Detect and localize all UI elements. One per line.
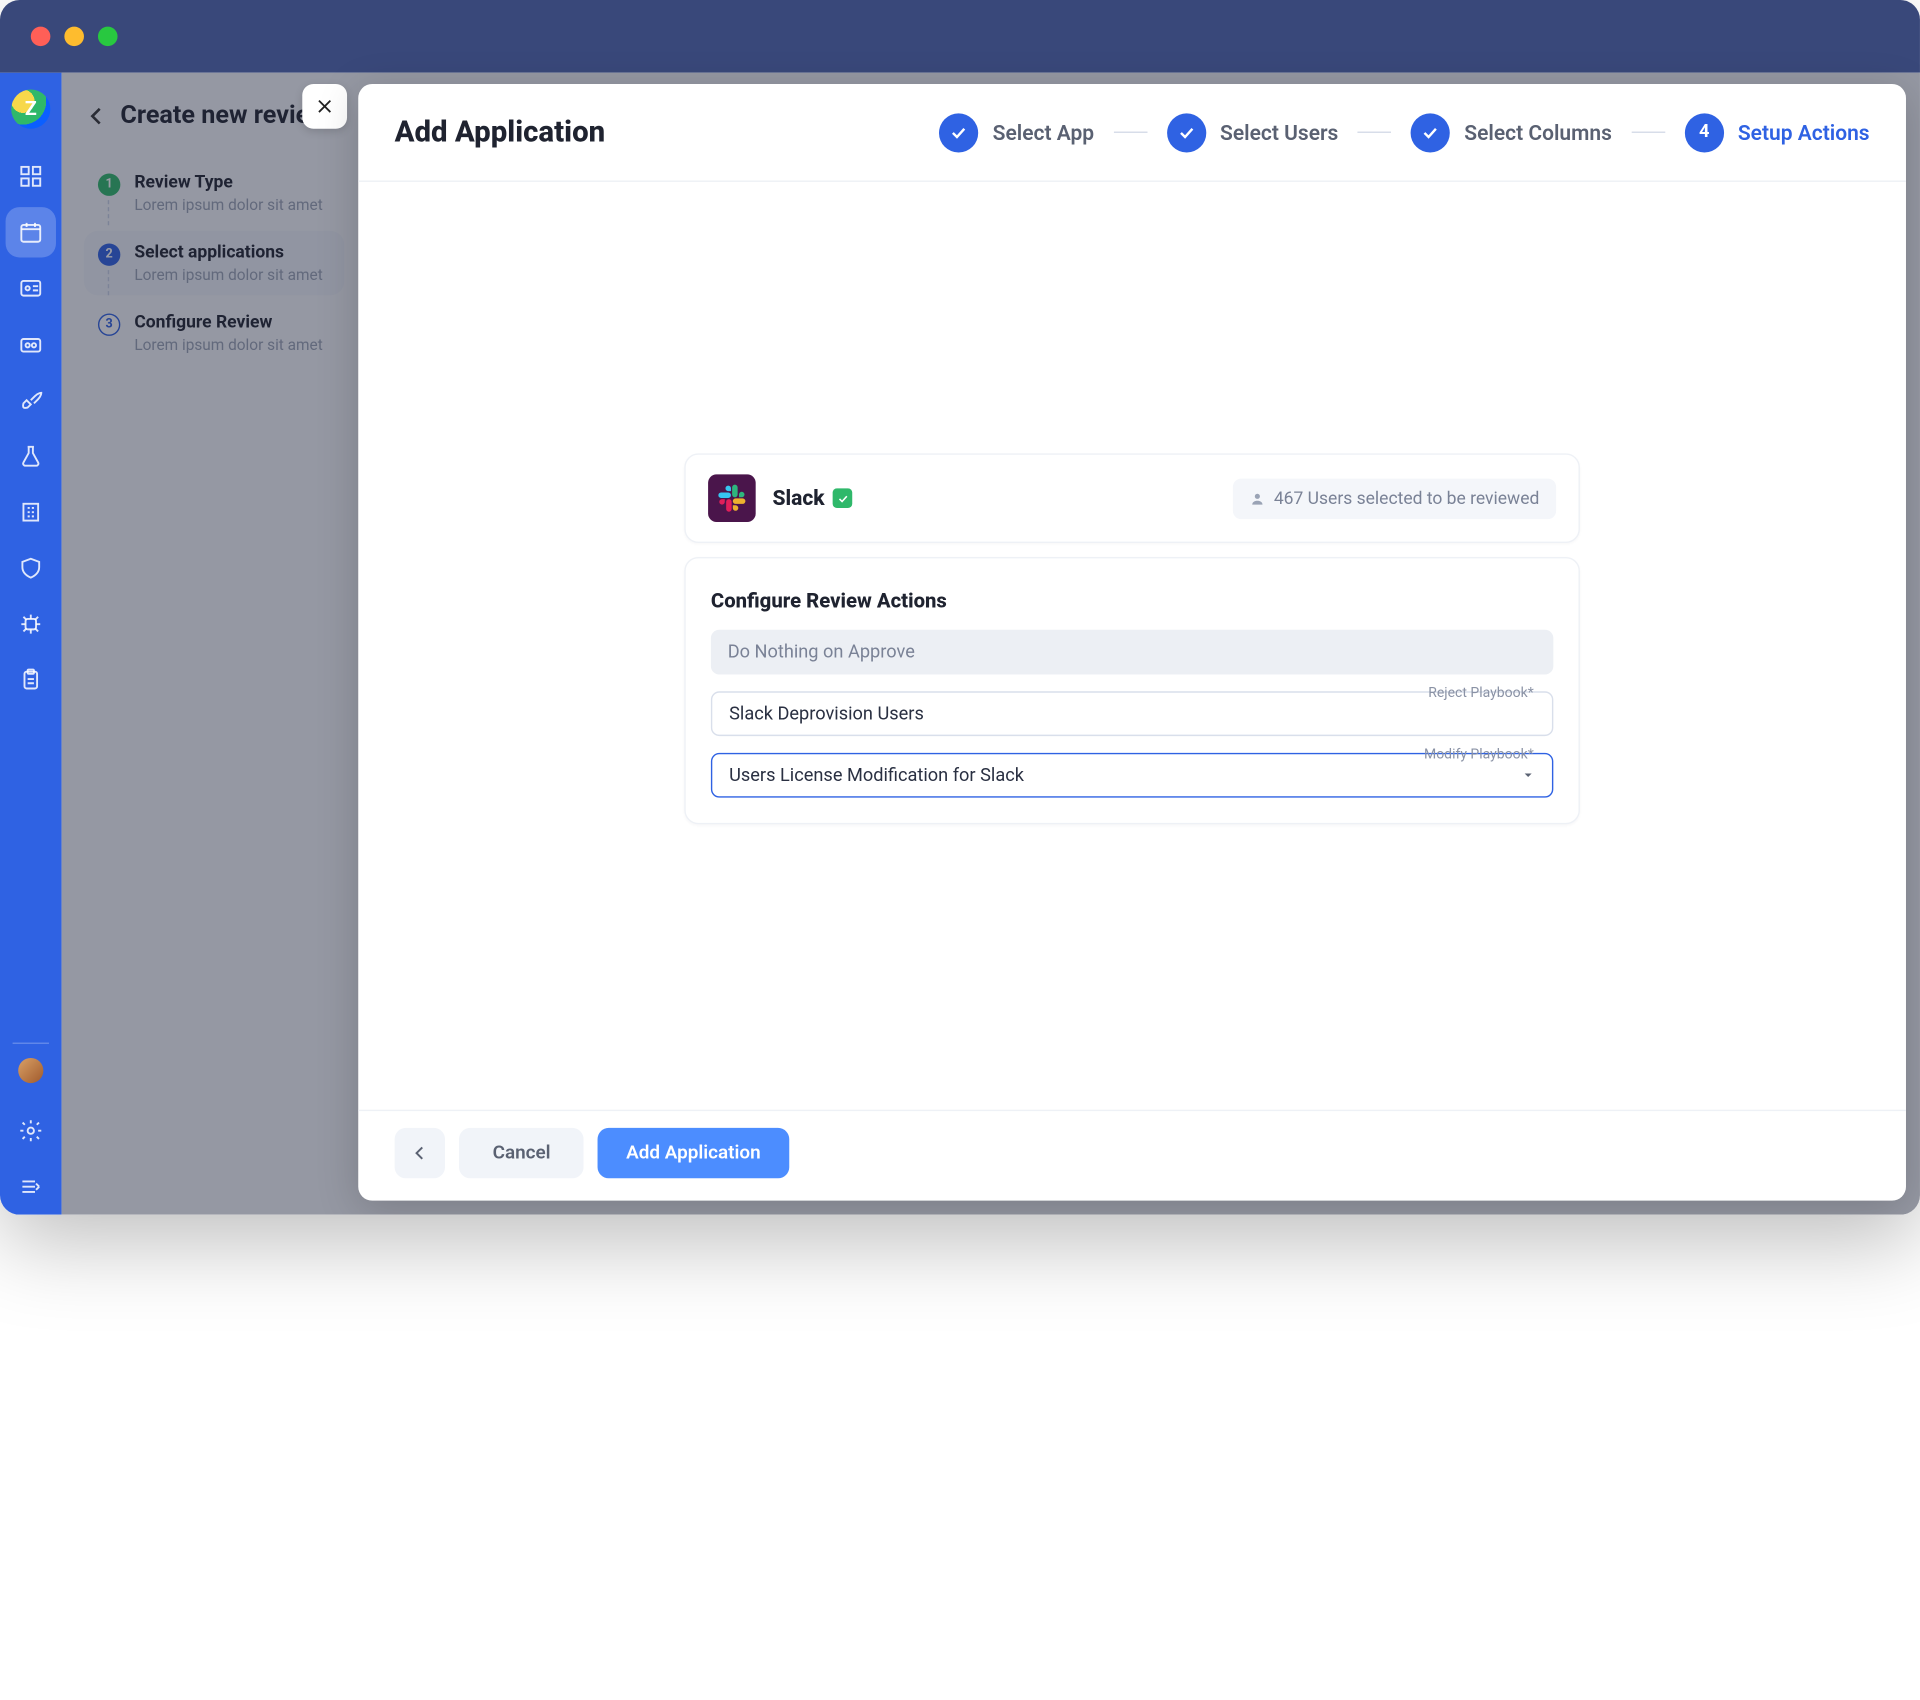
window-minimize-dot[interactable] <box>64 27 84 47</box>
modify-playbook-value: Users License Modification for Slack <box>729 765 1024 786</box>
hstep-setup-actions[interactable]: 4 Setup Actions <box>1685 113 1870 152</box>
back-button[interactable] <box>395 1128 445 1178</box>
configure-actions-card: Configure Review Actions Do Nothing on A… <box>684 557 1580 824</box>
hstep-select-app[interactable]: Select App <box>939 113 1094 152</box>
gear-icon <box>18 1118 43 1143</box>
id-card-icon <box>18 276 43 301</box>
add-application-button-label: Add Application <box>626 1142 761 1164</box>
grid-icon <box>18 164 43 189</box>
chip-icon <box>18 612 43 637</box>
app-window: Z Create new <box>0 0 1920 1215</box>
add-application-button[interactable]: Add Application <box>598 1128 789 1178</box>
check-badge <box>1167 113 1206 152</box>
check-icon <box>837 492 850 505</box>
brand-logo-letter: Z <box>25 98 37 120</box>
mac-titlebar <box>0 0 1920 73</box>
modal-footer: Cancel Add Application <box>358 1110 1906 1201</box>
rail-reports[interactable] <box>6 655 56 705</box>
reject-playbook-field[interactable]: Reject Playbook* Slack Deprovision Users <box>711 691 1553 736</box>
reject-playbook-value[interactable]: Slack Deprovision Users <box>711 691 1553 736</box>
hstep-label: Setup Actions <box>1738 120 1870 145</box>
cancel-button[interactable]: Cancel <box>459 1128 584 1178</box>
modal-body: Slack 467 Users selected to be reviewed … <box>358 182 1906 1110</box>
reject-playbook-label: Reject Playbook* <box>1428 686 1534 701</box>
clipboard-icon <box>18 668 43 693</box>
hstep-select-users[interactable]: Select Users <box>1167 113 1338 152</box>
rail-lab[interactable] <box>6 431 56 481</box>
check-icon <box>949 122 969 142</box>
close-modal-button[interactable] <box>302 84 347 129</box>
selected-users-chip: 467 Users selected to be reviewed <box>1233 478 1556 519</box>
approve-action-field: Do Nothing on Approve <box>711 630 1553 675</box>
flask-icon <box>18 444 43 469</box>
modal-title: Add Application <box>395 115 606 149</box>
cancel-button-label: Cancel <box>493 1142 551 1164</box>
rail-org[interactable] <box>6 487 56 537</box>
check-badge <box>1411 113 1450 152</box>
brand-logo[interactable]: Z <box>11 90 50 129</box>
hstep-separator <box>1114 132 1148 133</box>
left-rail: Z <box>0 73 62 1215</box>
user-icon <box>1250 490 1265 505</box>
rail-users[interactable] <box>6 263 56 313</box>
rail-security[interactable] <box>6 543 56 593</box>
close-icon <box>315 97 335 117</box>
hstep-separator <box>1631 132 1665 133</box>
check-icon <box>1421 122 1441 142</box>
configure-section-title: Configure Review Actions <box>711 589 1553 613</box>
modify-playbook-label: Modify Playbook* <box>1424 747 1534 762</box>
calendar-icon <box>18 220 43 245</box>
collapse-icon <box>18 1174 43 1199</box>
chevron-down-icon <box>1521 768 1535 782</box>
user-avatar[interactable] <box>18 1058 43 1083</box>
modify-playbook-field[interactable]: Modify Playbook* Users License Modificat… <box>711 753 1553 798</box>
hstep-label: Select Columns <box>1464 120 1612 145</box>
shield-icon <box>18 556 43 581</box>
selected-users-text: 467 Users selected to be reviewed <box>1274 488 1539 509</box>
hstep-select-columns[interactable]: Select Columns <box>1411 113 1612 152</box>
rocket-icon <box>18 388 43 413</box>
rail-calendar[interactable] <box>6 207 56 257</box>
app-summary-card: Slack 467 Users selected to be reviewed <box>684 453 1580 543</box>
slack-app-logo <box>708 474 756 522</box>
rail-settings[interactable] <box>6 1106 56 1156</box>
verified-badge <box>833 488 853 508</box>
rail-launch[interactable] <box>6 375 56 425</box>
rail-dashboard[interactable] <box>6 151 56 201</box>
check-badge <box>939 113 978 152</box>
modal-stepper: Select App Select Users Select Columns <box>939 113 1869 152</box>
building-icon <box>18 500 43 525</box>
modal-header: Add Application Select App Select Users <box>358 84 1906 182</box>
hstep-label: Select Users <box>1220 120 1338 145</box>
check-icon <box>1177 122 1197 142</box>
hstep-separator <box>1358 132 1392 133</box>
window-close-dot[interactable] <box>31 27 51 47</box>
rail-divider <box>13 1043 49 1044</box>
window-maximize-dot[interactable] <box>98 27 118 47</box>
team-icon <box>18 332 43 357</box>
step-number-badge: 4 <box>1685 113 1724 152</box>
slack-icon <box>718 484 746 512</box>
add-application-modal: Add Application Select App Select Users <box>358 84 1906 1201</box>
app-name: Slack <box>772 486 824 511</box>
approve-action-value: Do Nothing on Approve <box>711 630 1553 675</box>
hstep-label: Select App <box>993 120 1094 145</box>
rail-team[interactable] <box>6 319 56 369</box>
chevron-left-icon <box>410 1143 430 1163</box>
rail-collapse[interactable] <box>6 1162 56 1212</box>
rail-automation[interactable] <box>6 599 56 649</box>
